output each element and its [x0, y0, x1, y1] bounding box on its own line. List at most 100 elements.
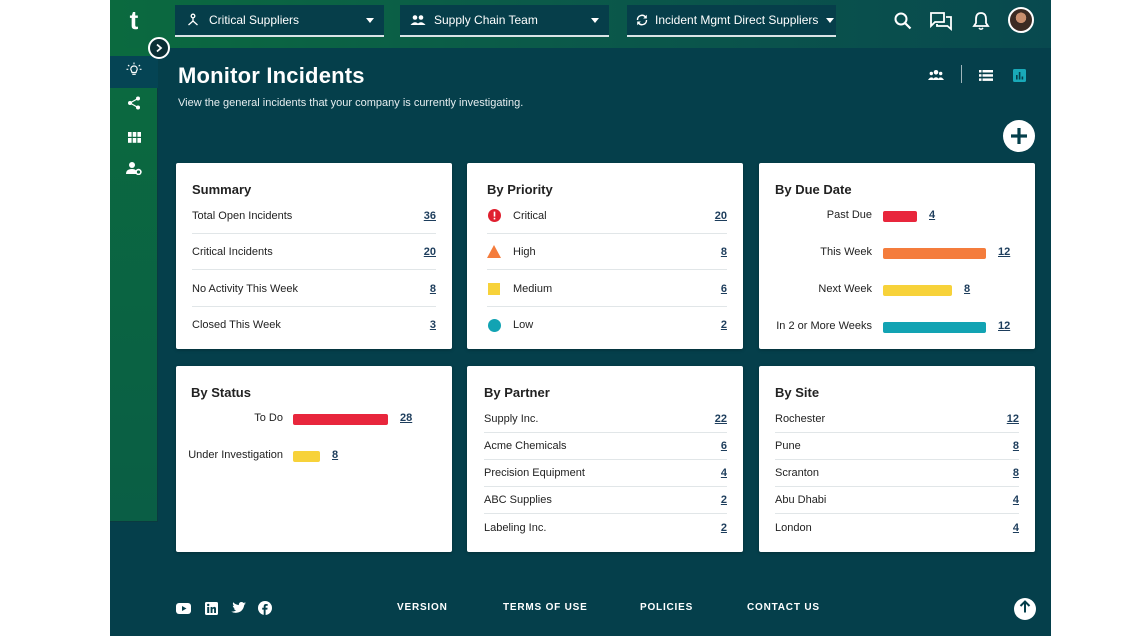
due-bar-row: This Week 12 — [759, 243, 1035, 263]
due-date-title: By Due Date — [775, 182, 852, 197]
partner-row-value[interactable]: 2 — [721, 494, 727, 506]
status-bar[interactable] — [293, 451, 320, 462]
partner-row-label: Labeling Inc. — [484, 521, 547, 534]
partner-row: Precision Equipment 4 — [484, 460, 727, 487]
medium-icon — [487, 282, 501, 296]
summary-row: Total Open Incidents 36 — [192, 198, 436, 234]
arrow-up-icon — [1019, 600, 1031, 618]
priority-row-label: Low — [513, 319, 534, 331]
site-row-label: Abu Dhabi — [775, 494, 827, 506]
partner-row: ABC Supplies 2 — [484, 487, 727, 514]
partner-row-value[interactable]: 6 — [721, 440, 727, 452]
partner-row-label: Acme Chemicals — [484, 440, 567, 452]
summary-row-value[interactable]: 20 — [424, 246, 436, 258]
bell-icon[interactable] — [968, 8, 994, 34]
status-bar-label: Under Investigation — [188, 449, 283, 461]
footer-link-policies[interactable]: POLICIES — [640, 602, 693, 613]
linkedin-icon[interactable] — [203, 600, 219, 616]
site-row-label: London — [775, 521, 812, 534]
site-row: Pune 8 — [775, 433, 1019, 460]
priority-row-label: Medium — [513, 282, 553, 295]
sync-icon — [635, 10, 649, 30]
top-bar: t Critical Suppliers Supply Chain Team I… — [110, 0, 1051, 48]
site-row-value[interactable]: 4 — [1013, 522, 1019, 534]
priority-row-value[interactable]: 2 — [721, 319, 727, 331]
sidebar-item-insights[interactable] — [110, 56, 158, 88]
due-bar[interactable] — [883, 211, 917, 222]
sidebar-item-dashboard[interactable] — [110, 123, 158, 155]
due-bar[interactable] — [883, 248, 986, 259]
avatar[interactable] — [1008, 7, 1034, 33]
team-icon — [408, 10, 428, 30]
summary-row-label: Closed This Week — [192, 319, 281, 331]
chart-view-icon[interactable] — [1013, 66, 1026, 84]
partner-row-label: Supply Inc. — [484, 413, 539, 425]
footer-link-version[interactable]: VERSION — [397, 602, 448, 613]
summary-card: Summary Total Open Incidents 36 Critical… — [176, 163, 452, 349]
priority-row-value[interactable]: 20 — [715, 210, 727, 222]
summary-row-value[interactable]: 8 — [430, 283, 436, 295]
user-settings-icon — [126, 161, 142, 180]
summary-row-label: Critical Incidents — [192, 245, 273, 258]
priority-row: Medium 6 — [487, 271, 727, 307]
due-bar-value[interactable]: 12 — [998, 246, 1010, 258]
due-bar-label: In 2 or More Weeks — [776, 320, 872, 332]
site-row: Abu Dhabi 4 — [775, 487, 1019, 514]
summary-row-value[interactable]: 36 — [424, 210, 436, 222]
high-icon — [487, 245, 501, 259]
partner-row-value[interactable]: 22 — [715, 413, 727, 425]
site-row-value[interactable]: 12 — [1007, 413, 1019, 425]
add-incident-button[interactable] — [1003, 120, 1035, 152]
priority-row-label: High — [513, 245, 536, 258]
scroll-to-top-button[interactable] — [1014, 598, 1036, 620]
status-bar[interactable] — [293, 414, 388, 425]
partner-title: By Partner — [484, 385, 550, 400]
due-bar-value[interactable]: 12 — [998, 320, 1010, 332]
priority-row-value[interactable]: 6 — [721, 283, 727, 295]
sidebar-item-network[interactable] — [110, 89, 158, 121]
chevron-down-icon — [826, 17, 835, 23]
twitter-icon[interactable] — [230, 600, 246, 616]
due-bar-value[interactable]: 4 — [929, 209, 935, 221]
supplier-group-label: Critical Suppliers — [209, 13, 300, 27]
site-row-value[interactable]: 8 — [1013, 467, 1019, 479]
status-bar-value[interactable]: 8 — [332, 449, 338, 461]
priority-row-value[interactable]: 8 — [721, 246, 727, 258]
summary-title: Summary — [192, 182, 252, 197]
summary-row-label: No Activity This Week — [192, 282, 298, 295]
due-bar-value[interactable]: 8 — [964, 283, 970, 295]
list-view-icon[interactable] — [979, 66, 993, 84]
due-date-card: By Due Date Past Due 4 This Week 12 Next Wee… — [759, 163, 1035, 349]
footer-link-contact[interactable]: CONTACT US — [747, 602, 820, 613]
team-view-icon[interactable] — [928, 66, 944, 84]
site-row-value[interactable]: 4 — [1013, 494, 1019, 506]
site-row: Scranton 8 — [775, 460, 1019, 487]
priority-row: Critical 20 — [487, 198, 727, 234]
supplier-group-selector[interactable]: Critical Suppliers — [175, 5, 384, 37]
facebook-icon[interactable] — [257, 600, 273, 616]
site-row-value[interactable]: 8 — [1013, 440, 1019, 452]
team-selector[interactable]: Supply Chain Team — [400, 5, 609, 37]
status-bar-row: To Do 28 — [176, 409, 452, 429]
footer-link-terms[interactable]: TERMS OF USE — [503, 602, 588, 613]
partner-row-value[interactable]: 4 — [721, 467, 727, 479]
share-icon — [127, 96, 141, 115]
due-bar[interactable] — [883, 285, 952, 296]
chevron-down-icon — [366, 17, 374, 23]
search-icon[interactable] — [890, 8, 916, 34]
site-row-label: Scranton — [775, 467, 820, 479]
status-bar-value[interactable]: 28 — [400, 412, 412, 424]
youtube-icon[interactable] — [175, 600, 191, 616]
priority-row: High 8 — [487, 234, 727, 270]
partner-row-value[interactable]: 2 — [721, 522, 727, 534]
due-bar[interactable] — [883, 322, 986, 333]
sidebar-item-user-settings[interactable] — [110, 154, 158, 186]
lightbulb-icon — [126, 62, 142, 83]
priority-card: By Priority Critical 20 High 8 Medium 6 — [467, 163, 743, 349]
expand-sidebar-button[interactable] — [148, 37, 170, 59]
due-bar-label: Past Due — [826, 209, 872, 221]
summary-row-value[interactable]: 3 — [430, 319, 436, 331]
chat-icon[interactable] — [928, 8, 954, 34]
status-card: By Status To Do 28 Under Investigation 8 — [176, 366, 452, 552]
workflow-selector[interactable]: Incident Mgmt Direct Suppliers — [627, 5, 836, 37]
